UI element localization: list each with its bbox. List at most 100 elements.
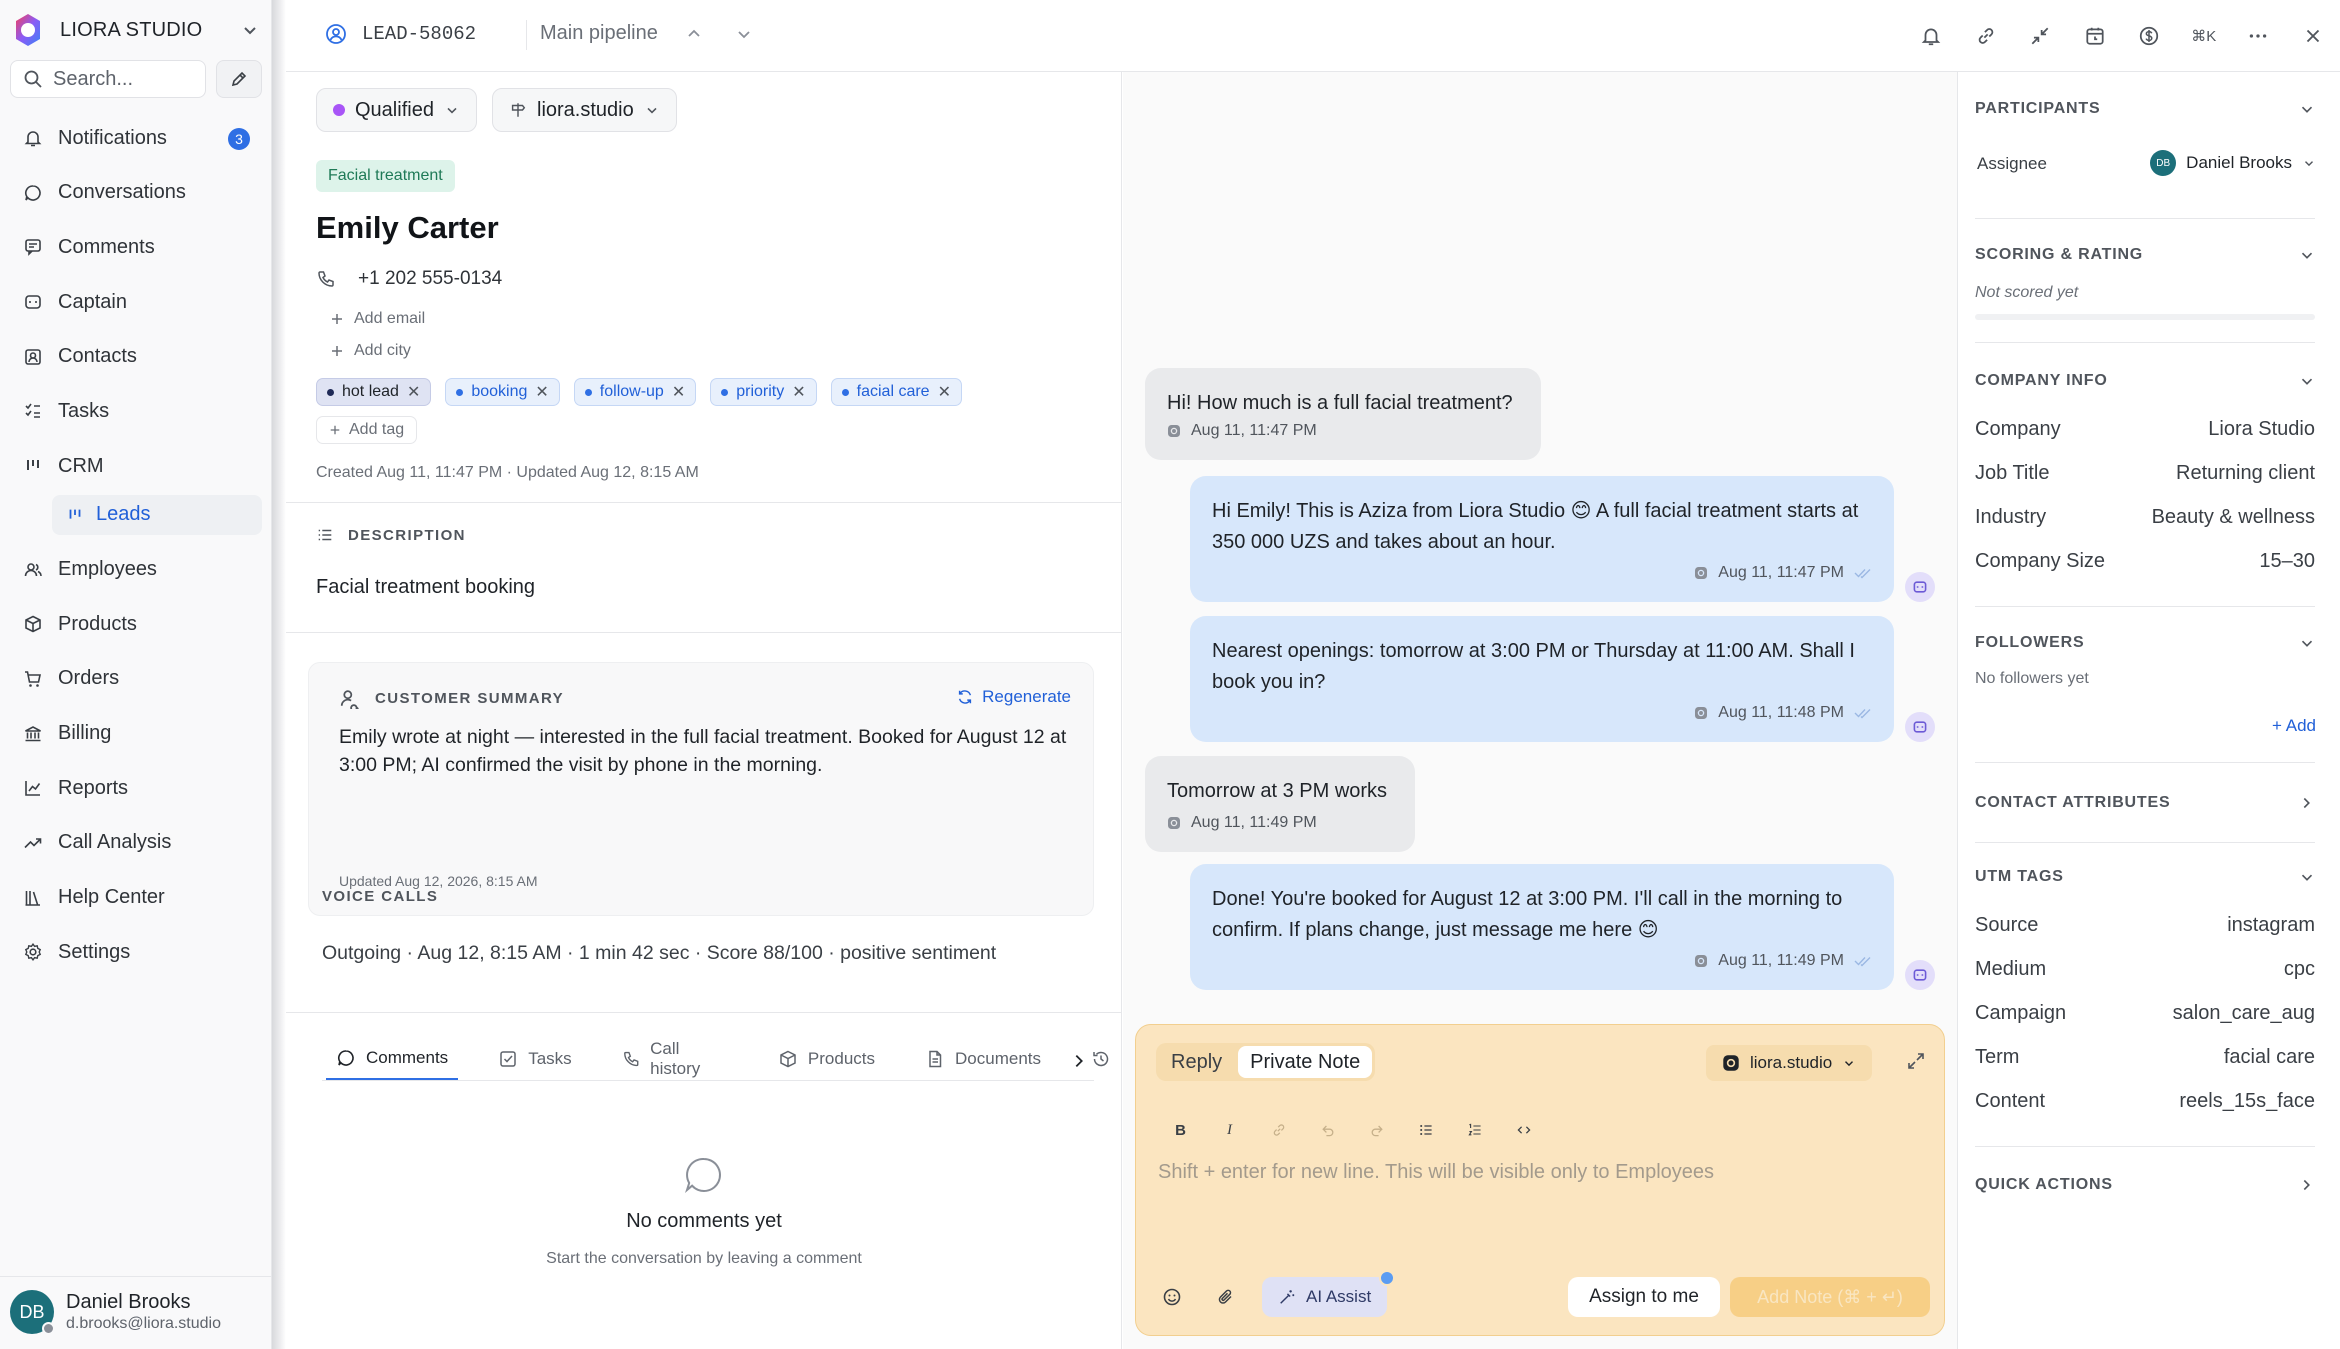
private-note-tab[interactable]: Private Note — [1238, 1046, 1373, 1078]
voice-call-entry[interactable]: Outgoing · Aug 12, 8:15 AM · 1 min 42 se… — [322, 942, 996, 965]
remove-tag-icon[interactable]: ✕ — [535, 382, 548, 402]
collapse-button[interactable] — [2013, 20, 2068, 52]
undo-button[interactable] — [1303, 1115, 1352, 1145]
tag-facial-care[interactable]: facial care ✕ — [830, 378, 962, 406]
utm-field-row[interactable]: Content reels_15s_face — [1975, 1090, 2315, 1113]
sidebar-item-captain[interactable]: Captain — [10, 282, 262, 322]
sidebar-item-notifications[interactable]: Notifications 3 — [10, 118, 262, 158]
tag-priority[interactable]: priority ✕ — [710, 378, 817, 406]
remove-tag-icon[interactable]: ✕ — [938, 382, 951, 402]
contact-attributes-heading[interactable]: CONTACT ATTRIBUTES — [1975, 794, 2170, 812]
more-options-button[interactable] — [2231, 20, 2286, 52]
scoring-heading[interactable]: SCORING & RATING — [1975, 246, 2143, 264]
lead-name[interactable]: Emily Carter — [316, 210, 499, 246]
tab-tasks[interactable]: Tasks — [488, 1038, 581, 1080]
sidebar-item-conversations[interactable]: Conversations — [10, 173, 262, 213]
regenerate-button[interactable]: Regenerate — [956, 687, 1071, 707]
lead-id[interactable]: LEAD-58062 — [324, 22, 476, 46]
sidebar-item-tasks[interactable]: Tasks — [10, 391, 262, 431]
sidebar-item-call-analysis[interactable]: Call Analysis — [10, 823, 262, 863]
attach-button[interactable] — [1206, 1277, 1246, 1317]
add-follower-button[interactable]: + Add — [2272, 716, 2316, 736]
add-city-button[interactable]: Add city — [330, 342, 411, 360]
search-input[interactable] — [53, 67, 193, 91]
assign-to-me-button[interactable]: Assign to me — [1568, 1277, 1720, 1317]
sidebar-item-contacts[interactable]: Contacts — [10, 337, 262, 377]
reply-tab[interactable]: Reply — [1159, 1046, 1234, 1078]
sidebar-item-comments[interactable]: Comments — [10, 227, 262, 267]
company-field-row[interactable]: Company Size 15–30 — [1975, 550, 2315, 573]
message-outgoing[interactable]: Hi Emily! This is Aziza from Liora Studi… — [1190, 476, 1894, 602]
company-field-row[interactable]: Job Title Returning client — [1975, 462, 2315, 485]
ai-assist-button[interactable]: AI Assist — [1262, 1277, 1388, 1317]
workspace-switcher[interactable]: LIORA STUDIO — [10, 14, 260, 46]
note-input[interactable] — [1158, 1161, 1924, 1241]
current-user[interactable]: DB Daniel Brooks d.brooks@liora.studio — [10, 1285, 262, 1339]
sidebar-item-reports[interactable]: Reports — [10, 768, 262, 808]
chevron-down-icon[interactable] — [2298, 372, 2316, 390]
pipeline-name[interactable]: Main pipeline — [540, 22, 658, 45]
italic-button[interactable]: I — [1205, 1115, 1254, 1145]
chevron-down-icon[interactable] — [2298, 246, 2316, 264]
copy-link-button[interactable] — [1959, 20, 2014, 52]
add-note-button[interactable]: Add Note (⌘ + ↵) — [1730, 1277, 1930, 1317]
bold-button[interactable]: B — [1156, 1115, 1205, 1145]
remove-tag-icon[interactable]: ✕ — [407, 382, 420, 402]
tag-booking[interactable]: booking ✕ — [445, 378, 560, 406]
utm-tags-heading[interactable]: UTM TAGS — [1975, 868, 2064, 886]
tab-documents[interactable]: Documents — [915, 1038, 1051, 1080]
sidebar-item-orders[interactable]: Orders — [10, 659, 262, 699]
compose-button[interactable] — [216, 60, 262, 98]
emoji-button[interactable] — [1152, 1277, 1192, 1317]
inbox-select[interactable]: liora.studio — [1706, 1045, 1873, 1081]
code-button[interactable] — [1499, 1115, 1548, 1145]
add-email-button[interactable]: Add email — [330, 310, 425, 328]
sidebar-item-leads[interactable]: Leads — [52, 494, 262, 535]
chevron-right-icon[interactable] — [1070, 1052, 1088, 1070]
numbered-list-button[interactable] — [1450, 1115, 1499, 1145]
sidebar-item-products[interactable]: Products — [10, 604, 262, 644]
tab-call-history[interactable]: Call history — [612, 1038, 738, 1080]
link-button[interactable] — [1254, 1115, 1303, 1145]
command-palette-button[interactable]: ⌘K — [2177, 20, 2232, 52]
tag-hot-lead[interactable]: hot lead ✕ — [316, 378, 432, 406]
schedule-button[interactable] — [2068, 20, 2123, 52]
remove-tag-icon[interactable]: ✕ — [672, 382, 685, 402]
tab-products[interactable]: Products — [768, 1038, 885, 1080]
source-select[interactable]: liora.studio — [492, 88, 677, 132]
add-tag-button[interactable]: Add tag — [316, 416, 418, 444]
currency-button[interactable] — [2122, 20, 2177, 52]
utm-field-row[interactable]: Campaign salon_care_aug — [1975, 1002, 2315, 1025]
expand-icon[interactable] — [1906, 1051, 1926, 1071]
company-field-row[interactable]: Industry Beauty & wellness — [1975, 506, 2315, 529]
message-incoming[interactable]: Hi! How much is a full facial treatment?… — [1145, 368, 1541, 460]
company-field-row[interactable]: Company Liora Studio — [1975, 418, 2315, 441]
chevron-right-icon[interactable] — [2298, 794, 2316, 812]
message-outgoing[interactable]: Nearest openings: tomorrow at 3:00 PM or… — [1190, 616, 1894, 742]
utm-field-row[interactable]: Source instagram — [1975, 914, 2315, 937]
sidebar-item-employees[interactable]: Employees — [10, 550, 262, 590]
chevron-right-icon[interactable] — [2298, 1176, 2316, 1194]
remove-tag-icon[interactable]: ✕ — [792, 382, 805, 402]
status-select[interactable]: Qualified — [316, 88, 477, 132]
bullet-list-button[interactable] — [1401, 1115, 1450, 1145]
message-outgoing[interactable]: Done! You're booked for August 12 at 3:0… — [1190, 864, 1894, 990]
chevron-up-icon[interactable] — [684, 24, 704, 44]
quick-actions-heading[interactable]: QUICK ACTIONS — [1975, 1176, 2113, 1194]
message-incoming[interactable]: Tomorrow at 3 PM works Aug 11, 11:49 PM — [1145, 756, 1415, 852]
sidebar-item-help-center[interactable]: Help Center — [10, 878, 262, 918]
sidebar-item-crm[interactable]: CRM — [10, 446, 262, 486]
chevron-down-icon[interactable] — [734, 24, 754, 44]
company-info-heading[interactable]: COMPANY INFO — [1975, 372, 2108, 390]
participants-heading[interactable]: PARTICIPANTS — [1975, 100, 2100, 118]
chevron-down-icon[interactable] — [2298, 868, 2316, 886]
sidebar-item-settings[interactable]: Settings — [10, 932, 262, 972]
sidebar-item-billing[interactable]: Billing — [10, 714, 262, 754]
tab-comments[interactable]: Comments — [326, 1038, 459, 1080]
tag-follow-up[interactable]: follow-up ✕ — [573, 378, 697, 406]
chevron-down-icon[interactable] — [2298, 100, 2316, 118]
close-button[interactable] — [2286, 20, 2340, 52]
utm-field-row[interactable]: Medium cpc — [1975, 958, 2315, 981]
utm-field-row[interactable]: Term facial care — [1975, 1046, 2315, 1069]
followers-heading[interactable]: FOLLOWERS — [1975, 634, 2084, 652]
